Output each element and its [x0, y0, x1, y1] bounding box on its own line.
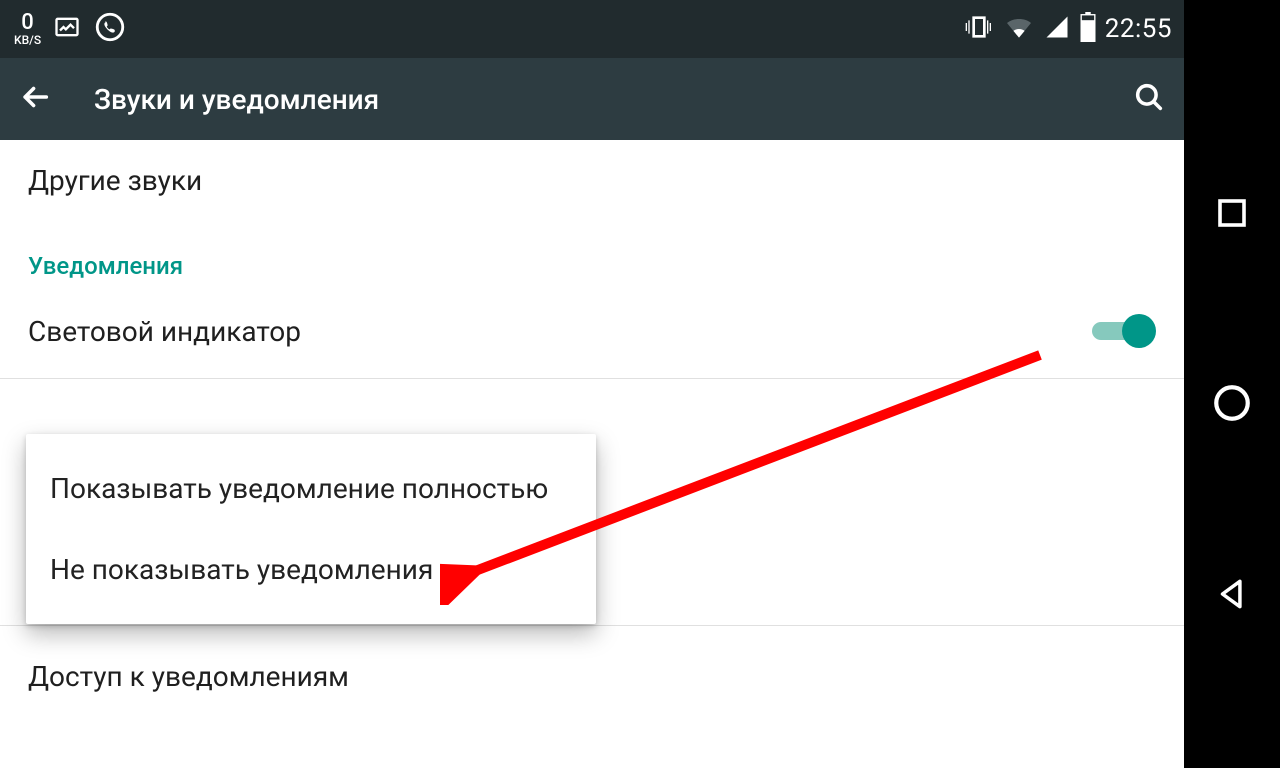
net-speed-unit: KB/S	[14, 34, 41, 46]
back-icon[interactable]	[18, 80, 52, 118]
battery-icon	[1079, 12, 1097, 46]
section-header-notifications: Уведомления	[0, 220, 1184, 290]
wifi-icon	[1003, 11, 1035, 47]
picture-icon	[53, 13, 81, 45]
popup-item-show-full[interactable]: Показывать уведомление полностью	[26, 448, 596, 529]
popup-item-dont-show[interactable]: Не показывать уведомления	[26, 529, 596, 610]
net-speed-indicator: 0 KB/S	[14, 12, 41, 46]
clock: 22:55	[1105, 14, 1172, 44]
signal-icon	[1043, 13, 1071, 45]
viber-icon	[93, 10, 127, 48]
phone-screen: 0 KB/S 22:55	[0, 0, 1184, 768]
row-label: Световой индикатор	[28, 315, 301, 348]
status-bar: 0 KB/S 22:55	[0, 0, 1184, 58]
switch-led-indicator[interactable]	[1092, 314, 1156, 348]
search-icon[interactable]	[1132, 80, 1166, 118]
row-label: Доступ к уведомлениям	[28, 660, 349, 693]
net-speed-value: 0	[21, 12, 34, 34]
switch-thumb	[1122, 314, 1156, 348]
settings-content: Другие звуки Уведомления Световой индика…	[0, 140, 1184, 726]
recent-apps-button[interactable]	[1214, 195, 1250, 231]
back-nav-button[interactable]	[1213, 575, 1251, 613]
app-bar: Звуки и уведомления	[0, 58, 1184, 140]
appbar-title: Звуки и уведомления	[94, 83, 379, 116]
status-left: 0 KB/S	[0, 10, 127, 48]
row-led-indicator[interactable]: Световой индикатор	[0, 290, 1184, 378]
home-button[interactable]	[1211, 382, 1253, 424]
status-right: 22:55	[963, 11, 1172, 47]
row-label: Другие звуки	[28, 164, 202, 197]
row-access-notifications[interactable]: Доступ к уведомлениям	[0, 626, 1184, 726]
vibrate-icon	[963, 11, 995, 47]
popup-menu: Показывать уведомление полностью Не пока…	[26, 434, 596, 624]
nav-bar	[1184, 0, 1280, 768]
row-other-sounds[interactable]: Другие звуки	[0, 140, 1184, 220]
